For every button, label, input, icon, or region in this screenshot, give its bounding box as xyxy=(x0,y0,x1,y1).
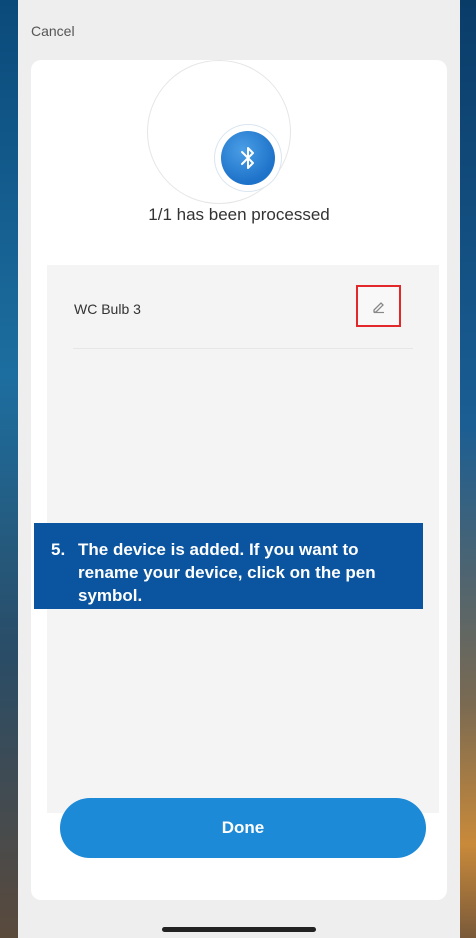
pen-icon[interactable] xyxy=(356,285,401,327)
background-left xyxy=(0,0,18,938)
result-card: 1/1 has been processed WC Bulb 3 Done xyxy=(31,60,447,900)
device-list-item: WC Bulb 3 xyxy=(47,265,439,349)
device-name: WC Bulb 3 xyxy=(74,301,141,317)
bluetooth-badge xyxy=(215,125,281,191)
home-indicator xyxy=(162,927,316,932)
bluetooth-icon xyxy=(221,131,275,185)
callout-number: 5. xyxy=(51,540,66,559)
phone-screen: Cancel 1/1 has been processed WC Bulb 3 xyxy=(18,0,460,938)
cancel-button[interactable]: Cancel xyxy=(31,23,75,39)
processed-status-text: 1/1 has been processed xyxy=(148,205,330,224)
background-right xyxy=(460,0,476,938)
done-button[interactable]: Done xyxy=(60,798,426,858)
callout-text: The device is added. If you want to rena… xyxy=(78,540,376,605)
row-divider xyxy=(73,348,413,349)
instruction-callout: 5. The device is added. If you want to re… xyxy=(34,523,423,609)
